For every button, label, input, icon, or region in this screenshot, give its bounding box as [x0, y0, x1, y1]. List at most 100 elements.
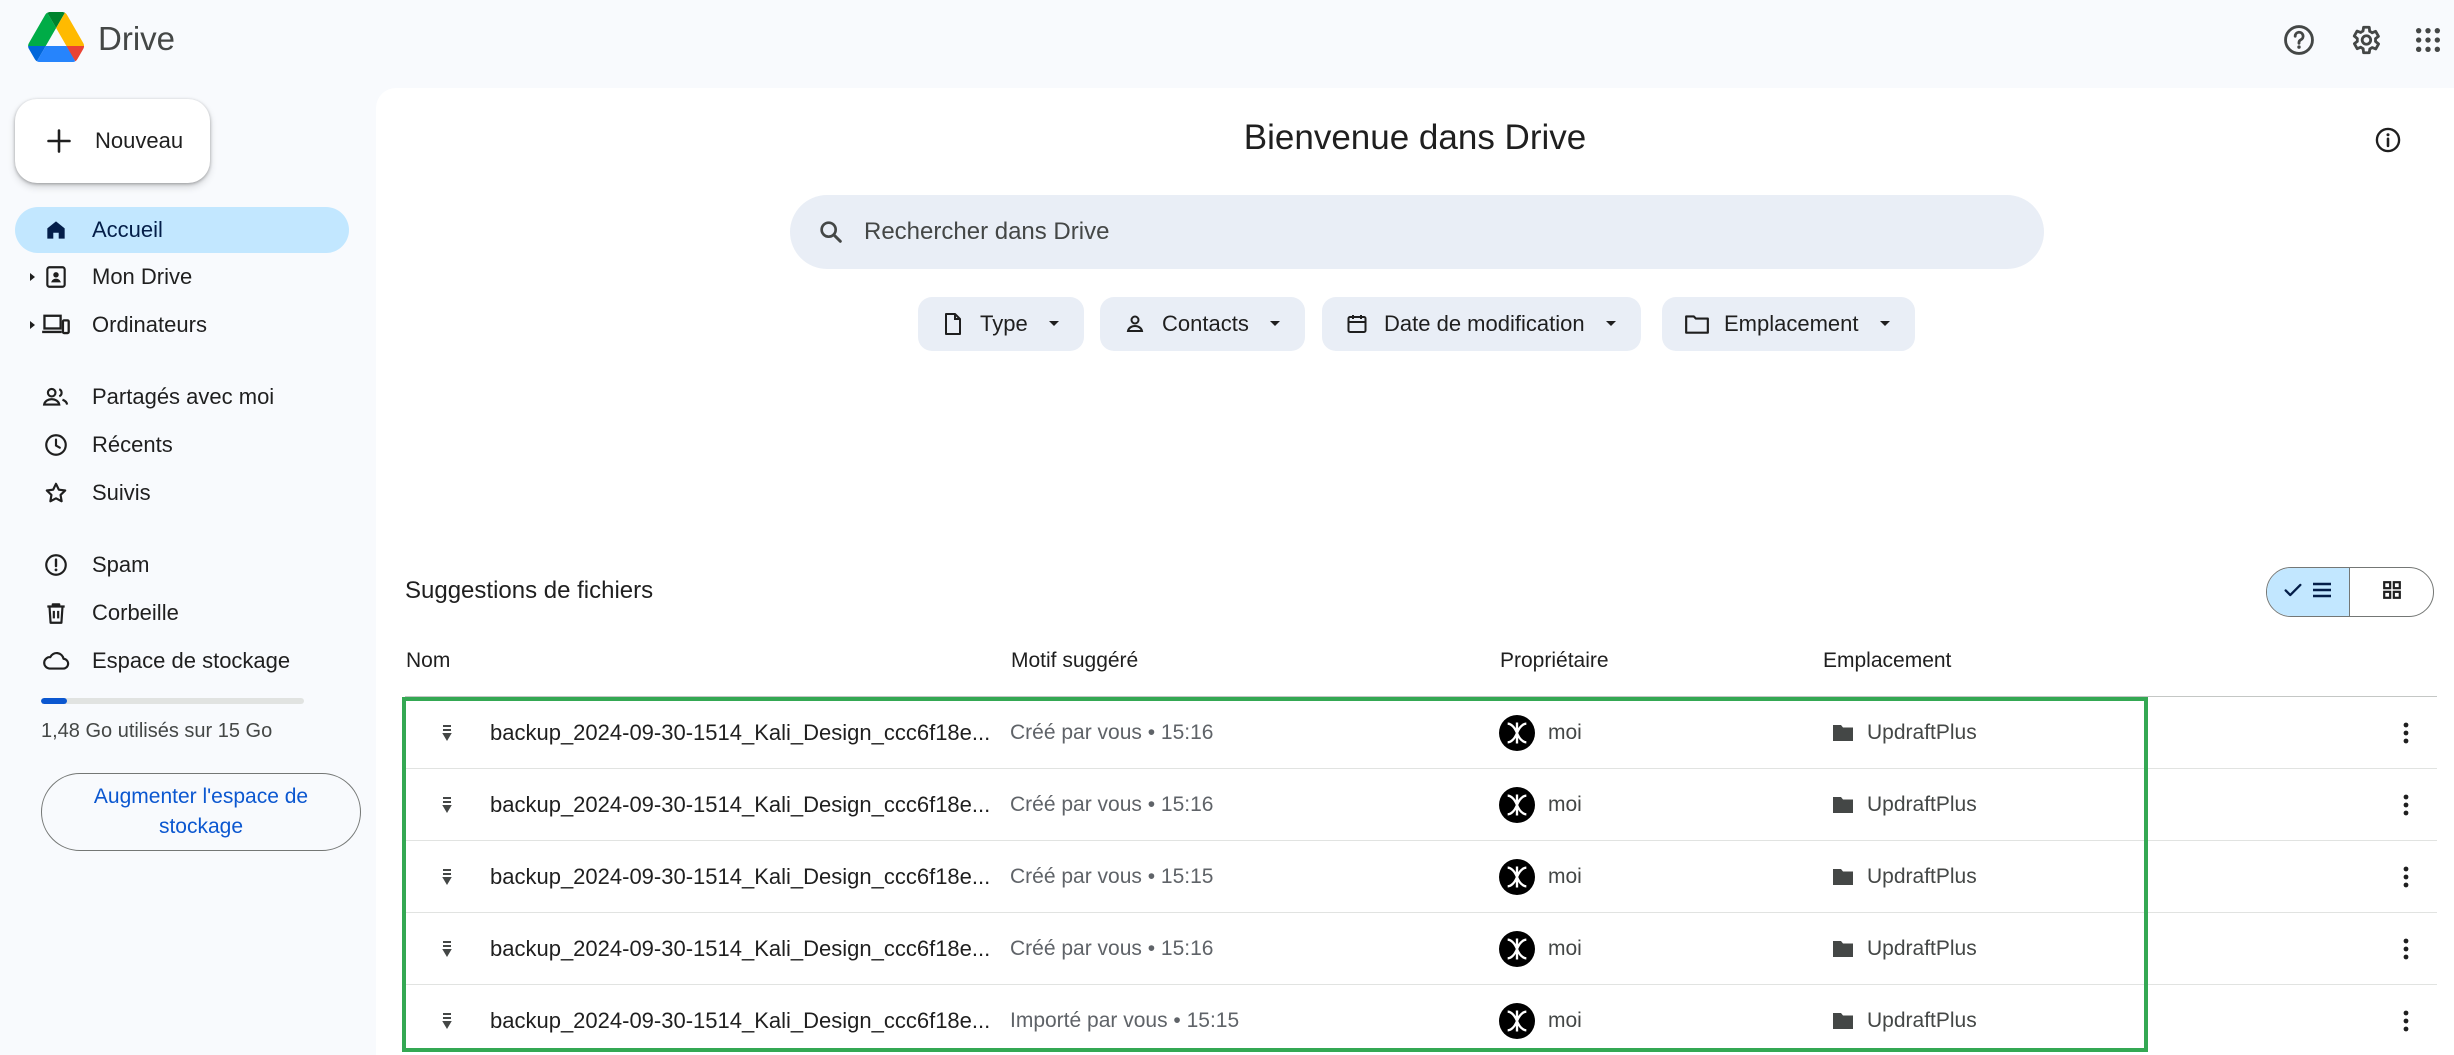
table-row[interactable]: backup_2024-09-30-1514_Kali_Design_ccc6f…	[405, 697, 2437, 769]
column-header-owner: Propriétaire	[1500, 649, 1609, 672]
sidebar-item-label: Récents	[92, 432, 173, 457]
avatar	[1499, 859, 1535, 895]
column-header-name[interactable]: Nom	[406, 649, 450, 673]
filter-chip-contacts[interactable]: Contacts	[1100, 297, 1305, 351]
sidebar-item-label: Spam	[92, 552, 150, 577]
chevron-down-icon	[1046, 316, 1062, 332]
computers-icon	[40, 309, 72, 341]
clock-icon	[40, 429, 72, 461]
sidebar-item-storage[interactable]: Espace de stockage	[15, 638, 349, 684]
column-header-reason: Motif suggéré	[1011, 649, 1139, 672]
plus-icon	[39, 121, 79, 161]
filter-chip-type[interactable]: Type	[918, 297, 1084, 351]
storage-progress-bar	[41, 698, 304, 704]
star-icon	[40, 477, 72, 509]
table-row[interactable]: backup_2024-09-30-1514_Kali_Design_ccc6f…	[405, 841, 2437, 913]
grid-icon	[2381, 579, 2403, 606]
search-input[interactable]	[864, 218, 1964, 246]
sidebar-item-trash[interactable]: Corbeille	[15, 590, 349, 636]
file-name: backup_2024-09-30-1514_Kali_Design_ccc6f…	[490, 720, 991, 745]
sidebar-item-label: Accueil	[92, 217, 163, 242]
more-options-icon[interactable]	[2388, 787, 2424, 823]
info-icon[interactable]	[2370, 122, 2406, 158]
sidebar-item-starred[interactable]: Suivis	[15, 470, 349, 516]
sidebar-item-my-drive[interactable]: Mon Drive	[15, 254, 349, 300]
get-more-storage-button[interactable]: Augmenter l'espace de stockage	[41, 773, 361, 851]
sidebar-item-label: Partagés avec moi	[92, 384, 275, 409]
new-button[interactable]: Nouveau	[15, 99, 210, 183]
check-icon	[2282, 579, 2304, 606]
owner-name: moi	[1548, 1009, 1582, 1032]
suggestion-reason: Importé par vous • 15:15	[1010, 1009, 1240, 1032]
more-options-icon[interactable]	[2388, 715, 2424, 751]
table-row[interactable]: backup_2024-09-30-1514_Kali_Design_ccc6f…	[405, 985, 2437, 1055]
suggestion-reason: Créé par vous • 15:16	[1010, 793, 1214, 816]
settings-icon[interactable]	[2345, 20, 2385, 60]
table-row[interactable]: backup_2024-09-30-1514_Kali_Design_ccc6f…	[405, 769, 2437, 841]
location-name[interactable]: UpdraftPlus	[1867, 793, 1977, 817]
chevron-down-icon	[1267, 316, 1283, 332]
table-row[interactable]: backup_2024-09-30-1514_Kali_Design_ccc6f…	[405, 913, 2437, 985]
view-toggle[interactable]	[2266, 567, 2434, 617]
archive-file-icon	[435, 793, 459, 817]
location-name[interactable]: UpdraftPlus	[1867, 721, 1977, 745]
file-name: backup_2024-09-30-1514_Kali_Design_ccc6f…	[490, 792, 991, 817]
owner-name: moi	[1548, 721, 1582, 744]
avatar	[1499, 787, 1535, 823]
more-options-icon[interactable]	[2388, 1003, 2424, 1039]
cloud-icon	[40, 645, 72, 677]
folder-icon	[1830, 865, 1856, 889]
apps-grid-icon[interactable]	[2408, 20, 2448, 60]
archive-file-icon	[435, 1009, 459, 1033]
main-panel: Bienvenue dans Drive Type Contacts Date …	[376, 88, 2454, 1055]
sidebar-item-label: Mon Drive	[92, 264, 193, 289]
grid-view-button[interactable]	[2350, 568, 2433, 616]
sidebar-item-computers[interactable]: Ordinateurs	[15, 302, 349, 348]
avatar	[1499, 931, 1535, 967]
page-title: Bienvenue dans Drive	[1243, 118, 1587, 157]
more-options-icon[interactable]	[2388, 931, 2424, 967]
filter-chip-label: Type	[980, 311, 1028, 336]
avatar	[1499, 715, 1535, 751]
expand-caret-icon[interactable]	[26, 271, 38, 283]
location-name[interactable]: UpdraftPlus	[1867, 865, 1977, 889]
trash-icon	[40, 597, 72, 629]
search-bar[interactable]	[790, 195, 2044, 269]
owner-name: moi	[1548, 937, 1582, 960]
location-name[interactable]: UpdraftPlus	[1867, 937, 1977, 961]
search-icon[interactable]	[814, 215, 848, 249]
shared-icon	[40, 381, 72, 413]
folder-icon	[1830, 721, 1856, 745]
new-button-label: Nouveau	[95, 128, 184, 153]
top-bar: Drive	[0, 0, 2454, 80]
suggestion-reason: Créé par vous • 15:15	[1010, 865, 1214, 888]
location-name[interactable]: UpdraftPlus	[1867, 1009, 1977, 1033]
home-icon	[40, 214, 72, 246]
folder-icon	[1830, 1009, 1856, 1033]
chevron-down-icon	[1603, 316, 1619, 332]
filter-chip-modified-date[interactable]: Date de modification	[1322, 297, 1641, 351]
app-name: Drive	[98, 20, 176, 57]
sidebar-item-recent[interactable]: Récents	[15, 422, 349, 468]
file-icon	[940, 311, 966, 337]
suggestion-reason: Créé par vous • 15:16	[1010, 937, 1214, 960]
filter-chip-location[interactable]: Emplacement	[1662, 297, 1915, 351]
help-icon[interactable]	[2279, 20, 2319, 60]
filter-chip-label: Emplacement	[1724, 311, 1859, 336]
more-options-icon[interactable]	[2388, 859, 2424, 895]
sidebar-item-label: Suivis	[92, 480, 151, 505]
drive-logo-icon[interactable]	[28, 12, 85, 62]
expand-caret-icon[interactable]	[26, 319, 38, 331]
file-name: backup_2024-09-30-1514_Kali_Design_ccc6f…	[490, 936, 991, 961]
sidebar-item-shared[interactable]: Partagés avec moi	[15, 374, 349, 420]
list-icon	[2310, 579, 2334, 606]
list-view-button[interactable]	[2267, 568, 2350, 616]
archive-file-icon	[435, 937, 459, 961]
sidebar-item-label: Espace de stockage	[92, 648, 291, 673]
sidebar-item-home[interactable]: Accueil	[15, 207, 349, 253]
filter-chip-label: Contacts	[1162, 311, 1249, 336]
sidebar-item-spam[interactable]: Spam	[15, 542, 349, 588]
person-icon	[1122, 311, 1148, 337]
file-name: backup_2024-09-30-1514_Kali_Design_ccc6f…	[490, 1008, 991, 1033]
owner-name: moi	[1548, 865, 1582, 888]
